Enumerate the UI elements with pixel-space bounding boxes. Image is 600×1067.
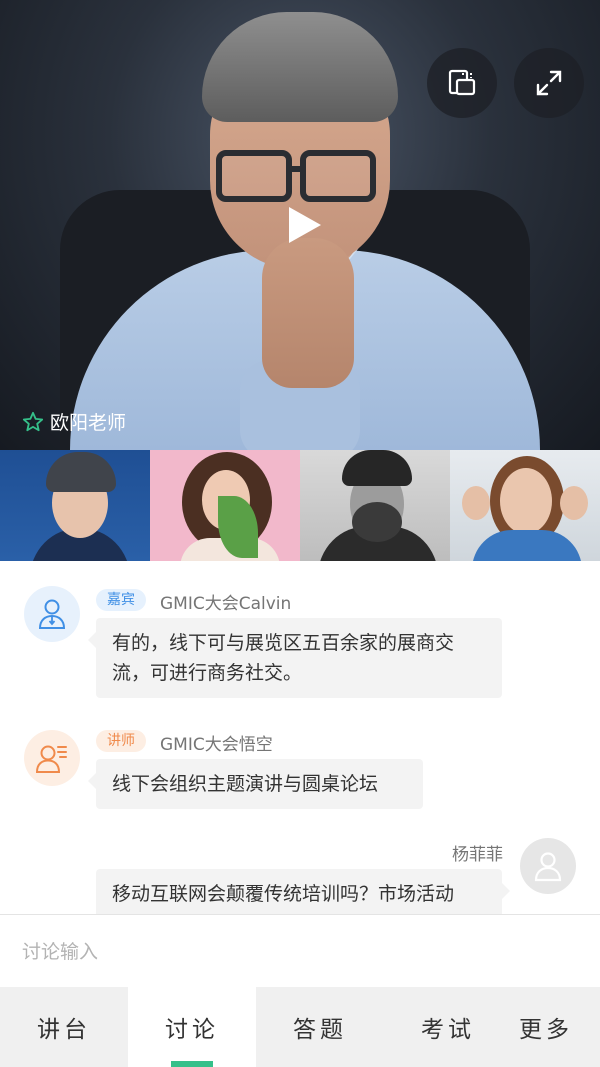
message-sender: GMIC大会Calvin xyxy=(160,594,292,614)
guest-avatar[interactable] xyxy=(24,586,80,642)
screen-switch-button[interactable] xyxy=(427,48,497,118)
video-frame-glasses-left xyxy=(216,150,292,202)
message-line: 流，可进行商务社交。 xyxy=(112,662,303,684)
tab-label: 讲台 xyxy=(37,1017,91,1043)
guest-user-icon xyxy=(38,599,66,629)
bottom-tab-bar: 讲台 讨论 答题 考试 更多 xyxy=(0,987,600,1067)
lecturer-user-icon xyxy=(36,745,67,773)
participant-thumbnail-strip xyxy=(0,450,600,561)
video-frame-glasses-bridge xyxy=(288,166,304,172)
participant-video-3[interactable] xyxy=(300,450,450,561)
lecturer-avatar[interactable] xyxy=(24,730,80,786)
discussion-input[interactable] xyxy=(22,933,582,971)
guest-role-badge: 嘉宾 xyxy=(96,589,146,611)
message-line: 移动互联网会颠覆传统培训吗？市场活动 xyxy=(112,883,455,905)
message-bubble[interactable]: 有的，线下可与展览区五百余家的展商交 流，可进行商务社交。 xyxy=(88,618,502,698)
participant-video-1[interactable] xyxy=(0,450,150,561)
self-avatar[interactable] xyxy=(520,838,576,894)
video-frame-hair xyxy=(202,12,398,122)
star-outline-icon[interactable] xyxy=(22,411,44,433)
tab-quiz[interactable]: 答题 xyxy=(256,987,384,1067)
message-bubble[interactable]: 线下会组织主题演讲与圆桌论坛 xyxy=(88,759,423,809)
play-icon[interactable] xyxy=(283,205,323,245)
tab-label: 更多 xyxy=(519,1017,573,1043)
video-frame-glasses-right xyxy=(300,150,376,202)
discussion-input-bar xyxy=(0,914,600,987)
participant-video-4[interactable] xyxy=(450,450,600,561)
teacher-tag[interactable]: 欧阳老师 xyxy=(22,408,126,435)
teacher-name: 欧阳老师 xyxy=(50,412,127,434)
tab-more[interactable]: 更多 xyxy=(492,987,600,1067)
tab-podium[interactable]: 讲台 xyxy=(0,987,128,1067)
message-line: 有的，线下可与展览区五百余家的展商交 xyxy=(112,632,455,654)
message-bubble[interactable]: 移动互联网会颠覆传统培训吗？市场活动 xyxy=(96,869,510,914)
screen-switch-icon xyxy=(448,69,476,96)
tab-discussion[interactable]: 讨论 xyxy=(128,987,256,1067)
lecturer-role-badge: 讲师 xyxy=(96,730,146,752)
fullscreen-button[interactable] xyxy=(514,48,584,118)
message-line: 线下会组织主题演讲与圆桌论坛 xyxy=(112,773,379,795)
discussion-message-list[interactable]: 嘉宾 GMIC大会Calvin 有的，线下可与展览区五百余家的展商交 流，可进行… xyxy=(0,561,600,914)
message-sender: 杨菲菲 xyxy=(452,845,503,865)
default-user-icon xyxy=(534,852,562,882)
video-frame-hand xyxy=(262,238,354,388)
live-video-player[interactable]: 欧阳老师 xyxy=(0,0,600,450)
tab-label: 答题 xyxy=(293,1017,347,1043)
tab-label: 讨论 xyxy=(165,1017,219,1043)
participant-video-2[interactable] xyxy=(150,450,300,561)
fullscreen-icon xyxy=(536,70,562,96)
active-tab-indicator xyxy=(171,1061,213,1067)
tab-label: 考试 xyxy=(421,1017,475,1043)
message-sender: GMIC大会悟空 xyxy=(160,735,273,755)
